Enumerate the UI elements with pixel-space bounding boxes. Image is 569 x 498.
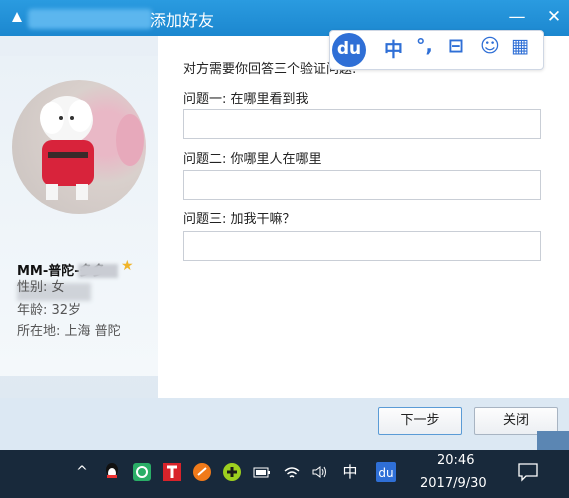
baidu-ime-tray-icon[interactable]: du bbox=[376, 462, 396, 482]
question-2-label: 问题二: 你哪里人在哪里 bbox=[183, 152, 322, 167]
punctuation-icon[interactable]: °, bbox=[416, 35, 433, 57]
security-plus-icon[interactable] bbox=[222, 462, 242, 482]
grid-menu-icon[interactable]: ▦ bbox=[511, 35, 529, 57]
question-1-answer-input[interactable] bbox=[183, 109, 541, 139]
verification-form: 对方需要你回答三个验证问题: 问题一: 在哪里看到我 问题二: 你哪里人在哪里 … bbox=[158, 36, 569, 398]
star-icon: ★ bbox=[121, 258, 134, 274]
orange-app-icon[interactable] bbox=[192, 462, 212, 482]
question-3-answer-input[interactable] bbox=[183, 231, 541, 261]
minimize-button[interactable]: — bbox=[506, 6, 528, 28]
app-icon bbox=[12, 12, 22, 22]
show-hidden-icons-icon[interactable]: ^ bbox=[72, 462, 92, 482]
question-1-label: 问题一: 在哪里看到我 bbox=[183, 92, 309, 107]
ime-toolbar[interactable]: du 中 °, ⊟ ☺ ▦ bbox=[329, 30, 544, 70]
wifi-icon[interactable] bbox=[282, 462, 302, 482]
clock-time[interactable]: 20:46 bbox=[437, 453, 474, 468]
blurred-title-prefix bbox=[28, 9, 152, 29]
svg-text:du: du bbox=[378, 466, 393, 480]
avatar-photo bbox=[40, 96, 144, 200]
profile-panel: MM-普陀-多多 ★ 性别: 女 年龄: 32岁 所在地: 上海 普陀 bbox=[0, 36, 158, 398]
blurred-nickname-suffix bbox=[78, 264, 118, 278]
next-step-button[interactable]: 下一步 bbox=[378, 407, 462, 435]
question-2-answer-input[interactable] bbox=[183, 170, 541, 200]
profile-gender: 性别: 女 bbox=[17, 280, 65, 295]
profile-location: 所在地: 上海 普陀 bbox=[17, 324, 121, 339]
qq-penguin-icon[interactable] bbox=[102, 462, 122, 482]
wechat-icon[interactable] bbox=[132, 462, 152, 482]
question-3-label: 问题三: 加我干嘛？ bbox=[183, 212, 296, 227]
chinese-mode-icon[interactable]: 中 bbox=[384, 35, 403, 62]
notification-center-icon[interactable] bbox=[517, 462, 538, 482]
profile-age: 年龄: 32岁 bbox=[17, 303, 82, 318]
dialog-button-bar: 下一步 关闭 bbox=[0, 398, 569, 450]
user-icon[interactable]: ☺ bbox=[480, 35, 500, 57]
ime-mode-indicator[interactable]: 中 bbox=[340, 462, 360, 482]
close-window-button[interactable]: ✕ bbox=[543, 6, 565, 28]
keyboard-icon[interactable]: ⊟ bbox=[448, 35, 464, 57]
clock-date[interactable]: 2017/9/30 bbox=[420, 476, 487, 491]
window-edge bbox=[537, 431, 569, 450]
baidu-logo-icon[interactable]: du bbox=[332, 33, 366, 67]
window-title: 添加好友 bbox=[150, 11, 215, 30]
text-tool-icon[interactable] bbox=[162, 462, 182, 482]
avatar bbox=[12, 80, 146, 214]
battery-icon[interactable] bbox=[252, 462, 272, 482]
volume-icon[interactable] bbox=[310, 462, 330, 482]
